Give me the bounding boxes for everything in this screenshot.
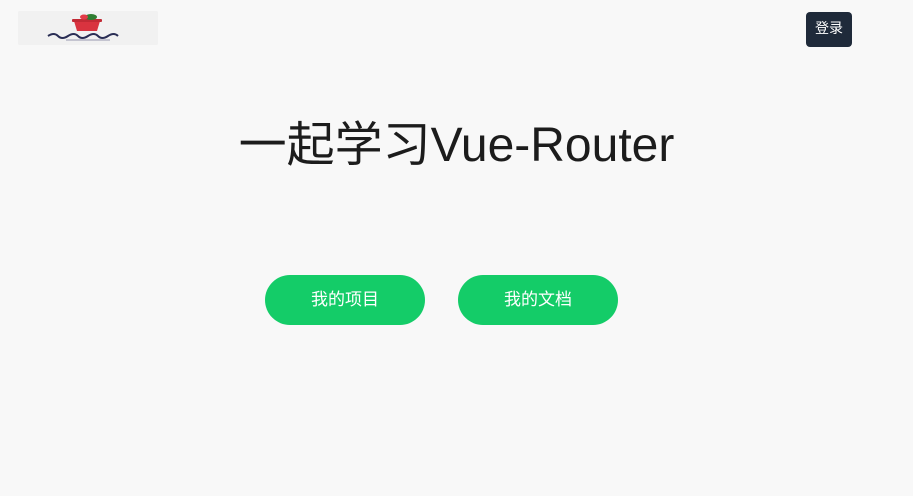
my-docs-button[interactable]: 我的文档 — [458, 275, 618, 325]
page-title: 一起学习Vue-Router — [238, 119, 675, 172]
login-button[interactable]: 登录 — [806, 12, 852, 47]
page: 登录 一起学习Vue-Router 我的项目 我的文档 — [0, 0, 913, 496]
basket-logo-icon[interactable] — [18, 11, 158, 45]
my-projects-button[interactable]: 我的项目 — [265, 275, 425, 325]
